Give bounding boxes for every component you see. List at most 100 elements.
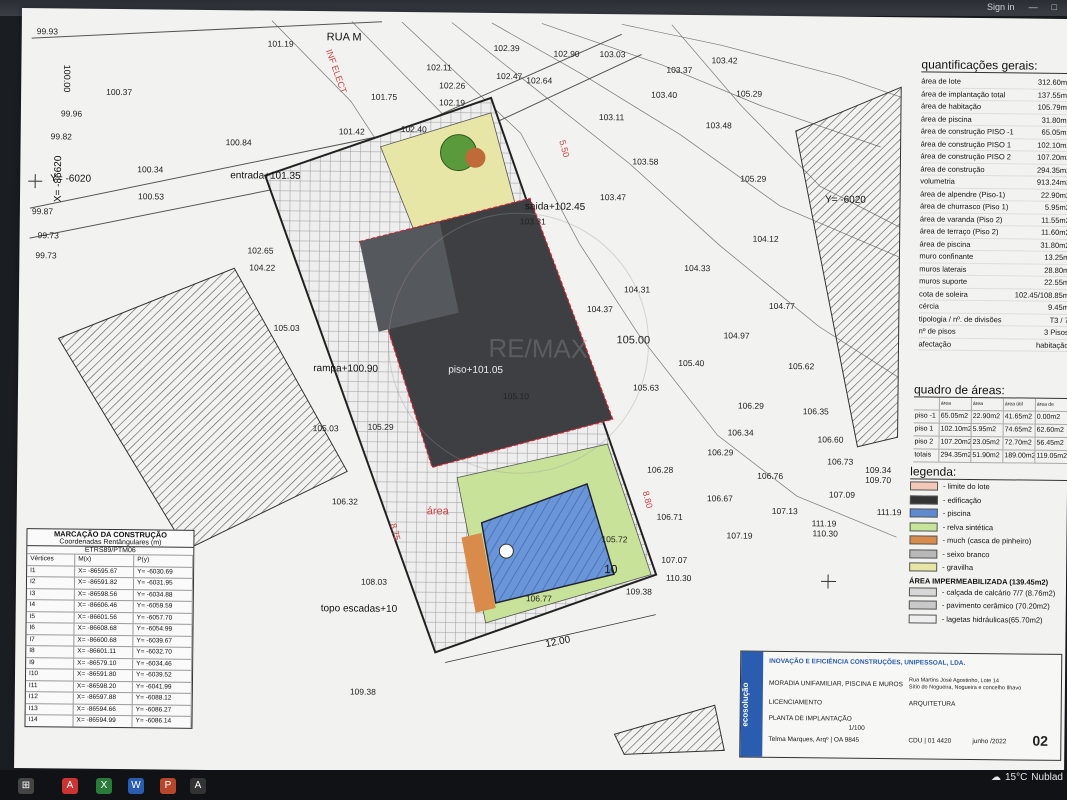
level-label: 108.03 [360, 576, 388, 587]
level-label: 106.34 [727, 427, 754, 438]
cloud-icon: ☁ [990, 772, 1001, 783]
maximize-icon[interactable]: □ [1052, 2, 1057, 12]
quantity-label: área de construção PISO 1 [920, 138, 1012, 149]
level-label: 106.32 [331, 496, 358, 507]
marking-row: I2 X= -86591.82 Y= -6031.95 [26, 576, 194, 590]
level-label: 109.38 [349, 686, 376, 697]
areas-cell: 189.00m2 [1003, 450, 1036, 463]
marking-row: I9 X= -86579.10 Y= -6034.46 [26, 656, 193, 670]
quantity-label: muro confinante [919, 251, 974, 261]
word-app-icon[interactable]: W [128, 778, 144, 794]
project-name: MORADIA UNIFAMILIAR, PISCINA E MUROS [768, 679, 903, 689]
quantities-panel: quantificações gerais: área de lote 312.6… [918, 57, 1067, 352]
marking-row: I11 X= -86598.20 Y= -6041.99 [25, 679, 192, 693]
level-label: 102.65 [247, 245, 274, 256]
phase-label: LICENCIAMENTO [768, 698, 823, 707]
code-label: CDU | 01 4420 [908, 737, 952, 745]
marking-cell: Y= -6057.70 [133, 612, 193, 624]
discipline-label: ARQUITETURA [908, 700, 956, 708]
pdf-app-icon[interactable]: A [62, 778, 78, 794]
quantity-label: área de habitação [920, 101, 982, 112]
level-label: 105.72 [601, 534, 628, 545]
quantity-value: 28.80m [1044, 265, 1067, 275]
signin-label[interactable]: Sign in [987, 2, 1015, 12]
quantity-value: habitação [1035, 340, 1067, 350]
level-label: 110.30 [812, 528, 838, 539]
weather-widget[interactable]: ☁ 15°C Nublad [991, 772, 1063, 783]
marking-cell: I9 [26, 657, 75, 669]
level-label: 100.53 [137, 191, 165, 202]
marking-cell: Y= -6059.59 [133, 601, 193, 613]
sheet-name: PLANTA DE IMPLANTAÇÃO [768, 714, 852, 723]
neighbour-building-right [795, 86, 902, 448]
legend-swatch [909, 495, 938, 505]
level-label: 102.47 [496, 70, 523, 82]
level-label: 104.33 [684, 262, 711, 274]
marking-cell: I11 [25, 680, 74, 692]
marking-cell: I12 [25, 692, 74, 704]
legend-label: - limite do lote [942, 481, 990, 492]
areas-cell: 102.10m2 [939, 423, 972, 436]
level-label: 102.26 [439, 80, 466, 91]
minimize-icon[interactable]: — [1029, 2, 1038, 12]
quantity-label: área de alpendre (Piso-1) [920, 188, 1006, 199]
level-label: 106.73 [827, 456, 854, 467]
company-logo: ecosolução [740, 651, 764, 757]
marking-cell: I5 [26, 611, 75, 623]
marking-row: I13 X= -86594.66 Y= -6086.27 [25, 702, 192, 716]
marking-cell: Y= -6034.46 [133, 658, 193, 670]
quantity-label: área de varanda (Piso 2) [919, 213, 1003, 224]
level-label: 106.77 [525, 593, 552, 604]
watermark: RE/MAX [488, 332, 589, 364]
areas-cell: 119.05m2 [1035, 450, 1067, 463]
quantity-label: área de piscina [919, 238, 971, 249]
legend-items: - limite do lote - edificação - piscina - r… [909, 479, 1067, 575]
quantity-label: afectação [918, 338, 952, 349]
street-name: RUA M [326, 31, 362, 44]
areas-row: totais 294.35m2 51.90m2 189.00m2 119.05m2 [913, 449, 1067, 465]
areas-cell: 62.60m2 [1035, 424, 1067, 437]
legend-label: - relva sintética [942, 522, 994, 532]
legend-label: - seixo branco [942, 549, 990, 559]
level-label: 106.76 [757, 470, 784, 481]
marking-cell: X= -86594.99 [73, 715, 133, 727]
legend-swatch [909, 481, 939, 491]
quantities-title: quantificações gerais: [921, 57, 1067, 74]
legend-label: - lagetas hidráulicas(65.70m2) [941, 614, 1043, 625]
powerpoint-app-icon[interactable]: P [160, 778, 176, 794]
marking-cell: Y= -6039.67 [133, 635, 193, 647]
areas-cell: 74.65m2 [1003, 424, 1036, 437]
weather-text: Nublad [1031, 772, 1063, 783]
legend-label: - much (casca de pinheiro) [942, 535, 1032, 546]
quantity-label: muros suporte [919, 276, 968, 286]
marking-cell: Y= -6032.70 [133, 647, 193, 659]
areas-cell: piso -1 [913, 410, 940, 423]
date-label: junho /2022 [972, 737, 1007, 746]
level-label: 103.58 [632, 156, 659, 167]
excel-app-icon[interactable]: X [96, 778, 112, 794]
areas-cell: 56.45m2 [1035, 437, 1067, 450]
level-label: 105.62 [788, 361, 815, 372]
level-label: 102.19 [438, 97, 466, 108]
areas-cell: área habitável [939, 397, 972, 410]
quantity-label: área de lote [921, 76, 961, 86]
level-label: 111.19 [811, 518, 837, 529]
impermeable-title: ÁREA IMPERMEABILIZADA (139.45m2) [909, 575, 1049, 587]
legend-swatch [909, 535, 938, 545]
quantity-value: 102.45/108.85m [1014, 289, 1067, 300]
marking-cell: I1 [27, 565, 76, 577]
level-label: 102.64 [526, 75, 553, 86]
level-label: 104.37 [586, 303, 613, 315]
level-label: 103.11 [598, 112, 625, 123]
level-label: 99.73 [37, 230, 59, 241]
legend-label: - pavimento cerâmico (70.20m2) [941, 600, 1050, 612]
level-label: 103.40 [651, 89, 678, 100]
quantity-label: volumetria [920, 176, 955, 186]
level-label: 99.87 [31, 206, 54, 217]
level-label: 107.13 [771, 505, 798, 517]
level-label: 110.30 [666, 572, 692, 584]
start-icon[interactable]: ⊞ [18, 778, 34, 794]
quantity-value: 3 Pisos [1044, 327, 1067, 337]
level-label: 105.03 [273, 322, 300, 333]
acrobat-app-icon[interactable]: A [190, 778, 206, 794]
